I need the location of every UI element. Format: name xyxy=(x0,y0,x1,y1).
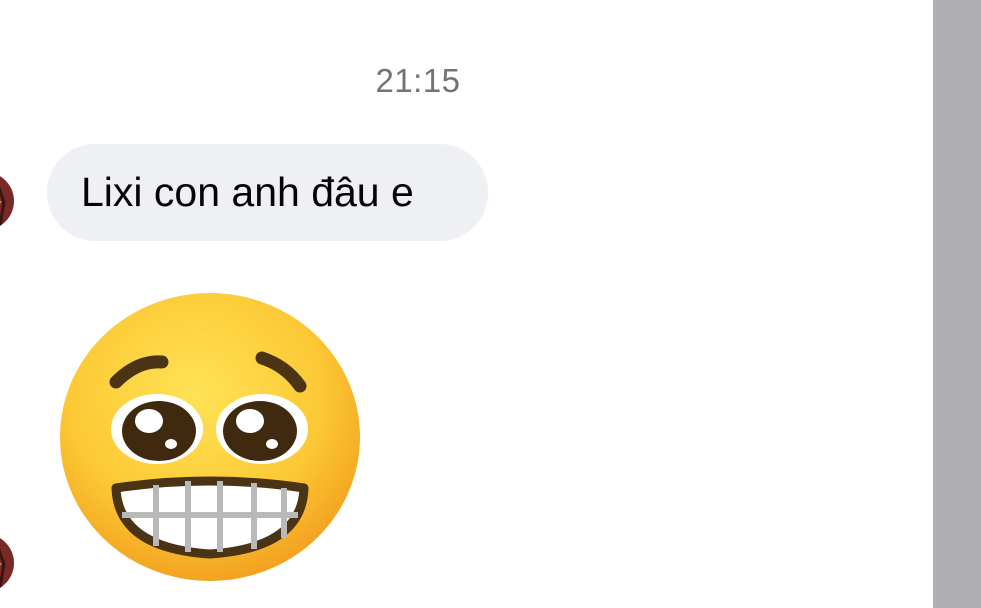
message-bubble[interactable]: Lixi con anh đâu e xyxy=(47,144,488,241)
messenger-chat-screen: 21:15 Lixi con anh đâu e xyxy=(0,0,981,608)
sender-avatar[interactable] xyxy=(0,172,14,230)
side-panel-edge xyxy=(933,0,981,608)
sender-avatar[interactable] xyxy=(0,534,14,592)
message-timestamp: 21:15 xyxy=(375,62,461,99)
message-text: Lixi con anh đâu e xyxy=(81,169,414,215)
message-thread[interactable]: 21:15 Lixi con anh đâu e xyxy=(0,0,933,608)
grimacing-teary-face-emoji-icon[interactable] xyxy=(58,292,362,582)
